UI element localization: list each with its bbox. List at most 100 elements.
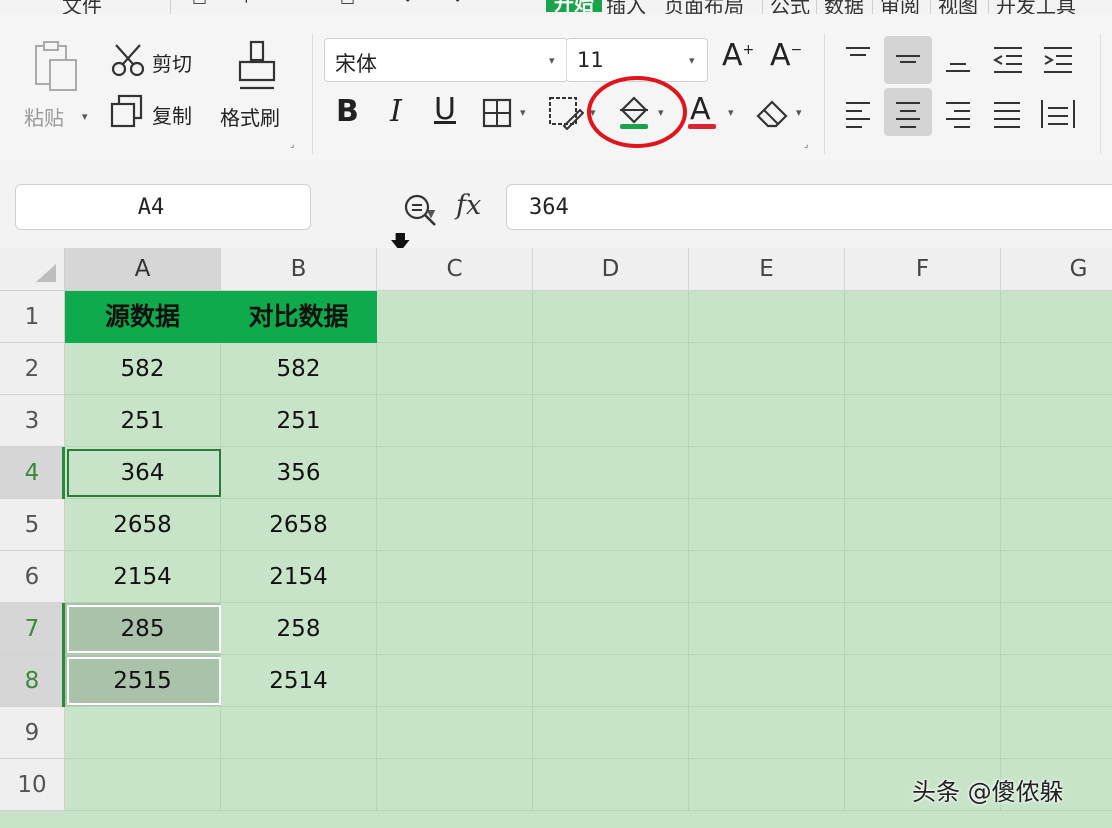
scissors-icon[interactable] bbox=[110, 42, 146, 78]
cell-g3[interactable] bbox=[1001, 395, 1112, 447]
font-launcher-icon[interactable]: ⌟ bbox=[804, 140, 808, 150]
column-header-b[interactable]: B bbox=[221, 248, 377, 291]
cell-d9[interactable] bbox=[533, 707, 689, 759]
cell-e4[interactable] bbox=[689, 447, 845, 499]
cell-c7[interactable] bbox=[377, 603, 533, 655]
cell-a3[interactable]: 251 bbox=[65, 395, 221, 447]
cell-f4[interactable] bbox=[845, 447, 1001, 499]
eraser-icon[interactable] bbox=[754, 98, 790, 128]
cell-f8[interactable] bbox=[845, 655, 1001, 707]
cell-a8[interactable]: 2515 bbox=[65, 655, 221, 707]
name-box[interactable]: A4 ▾ bbox=[15, 184, 438, 230]
tab-data[interactable]: 数据 bbox=[824, 0, 864, 14]
cell-g1[interactable] bbox=[1001, 291, 1112, 343]
cell-d2[interactable] bbox=[533, 343, 689, 395]
underline-button[interactable]: U bbox=[434, 92, 456, 127]
borders-dropdown-icon[interactable]: ▾ bbox=[520, 106, 526, 119]
decrease-indent-icon[interactable] bbox=[992, 46, 1024, 74]
align-right-icon[interactable] bbox=[944, 100, 972, 128]
save-icon[interactable]: ▭ bbox=[192, 0, 207, 9]
cell-a6[interactable]: 2154 bbox=[65, 551, 221, 603]
cell-d10[interactable] bbox=[533, 759, 689, 811]
cell-a2[interactable]: 582 bbox=[65, 343, 221, 395]
cell-b4[interactable]: 356 bbox=[221, 447, 377, 499]
fx-icon[interactable]: fx bbox=[456, 190, 481, 221]
cell-c9[interactable] bbox=[377, 707, 533, 759]
row-header-6[interactable]: 6 bbox=[0, 551, 65, 603]
cell-b10[interactable] bbox=[221, 759, 377, 811]
cell-b7[interactable]: 258 bbox=[221, 603, 377, 655]
cell-d5[interactable] bbox=[533, 499, 689, 551]
row-header-9[interactable]: 9 bbox=[0, 707, 65, 759]
column-header-c[interactable]: C bbox=[377, 248, 533, 291]
cell-a10[interactable] bbox=[65, 759, 221, 811]
paste-label[interactable]: 粘贴 bbox=[24, 102, 64, 131]
cell-d1[interactable] bbox=[533, 291, 689, 343]
row-header-10[interactable]: 10 bbox=[0, 759, 65, 811]
cell-b1[interactable]: 对比数据 bbox=[221, 291, 377, 343]
cell-c4[interactable] bbox=[377, 447, 533, 499]
tab-home[interactable]: 开始 bbox=[546, 0, 602, 14]
cell-f1[interactable] bbox=[845, 291, 1001, 343]
cell-g8[interactable] bbox=[1001, 655, 1112, 707]
row-header-2[interactable]: 2 bbox=[0, 343, 65, 395]
font-color-dropdown-icon[interactable]: ▾ bbox=[728, 106, 734, 119]
cell-f7[interactable] bbox=[845, 603, 1001, 655]
cell-e2[interactable] bbox=[689, 343, 845, 395]
bold-button[interactable]: B bbox=[336, 94, 359, 129]
cell-c3[interactable] bbox=[377, 395, 533, 447]
cell-e6[interactable] bbox=[689, 551, 845, 603]
cell-c5[interactable] bbox=[377, 499, 533, 551]
redo-icon[interactable]: ↷ bbox=[448, 0, 461, 9]
align-top-icon[interactable] bbox=[844, 46, 872, 70]
cell-a4[interactable]: 364 bbox=[65, 447, 221, 499]
column-header-e[interactable]: E bbox=[689, 248, 845, 291]
cell-f2[interactable] bbox=[845, 343, 1001, 395]
cell-d4[interactable] bbox=[533, 447, 689, 499]
cell-b2[interactable]: 582 bbox=[221, 343, 377, 395]
cell-b5[interactable]: 2658 bbox=[221, 499, 377, 551]
row-header-7[interactable]: 7 bbox=[0, 603, 65, 655]
decrease-font-icon[interactable]: A− bbox=[770, 38, 802, 73]
cell-a7[interactable]: 285 bbox=[65, 603, 221, 655]
increase-font-icon[interactable]: A+ bbox=[722, 38, 754, 73]
undo-icon[interactable]: ↶ bbox=[404, 0, 417, 9]
cell-e10[interactable] bbox=[689, 759, 845, 811]
print-icon[interactable]: ⌐ bbox=[244, 0, 257, 9]
cell-g6[interactable] bbox=[1001, 551, 1112, 603]
cell-f6[interactable] bbox=[845, 551, 1001, 603]
row-header-1[interactable]: 1 bbox=[0, 291, 65, 343]
cell-b3[interactable]: 251 bbox=[221, 395, 377, 447]
italic-button[interactable]: I bbox=[390, 94, 402, 129]
cell-d6[interactable] bbox=[533, 551, 689, 603]
cell-g9[interactable] bbox=[1001, 707, 1112, 759]
cell-e7[interactable] bbox=[689, 603, 845, 655]
tab-page-layout[interactable]: 页面布局 bbox=[664, 0, 744, 14]
cell-e3[interactable] bbox=[689, 395, 845, 447]
tab-formulas[interactable]: 公式 bbox=[770, 0, 810, 14]
cell-b6[interactable]: 2154 bbox=[221, 551, 377, 603]
cell-a5[interactable]: 2658 bbox=[65, 499, 221, 551]
cut-label[interactable]: 剪切 bbox=[152, 48, 192, 77]
cell-d7[interactable] bbox=[533, 603, 689, 655]
cell-c8[interactable] bbox=[377, 655, 533, 707]
tab-developer[interactable]: 开发工具 bbox=[996, 0, 1076, 14]
cell-c1[interactable] bbox=[377, 291, 533, 343]
cell-e9[interactable] bbox=[689, 707, 845, 759]
increase-indent-icon[interactable] bbox=[1042, 46, 1074, 74]
spreadsheet-grid[interactable]: ABCDEFG 1 2 3 4 5 6 7 8 9 10 源数据 对比数据 582 582 251 251 3… bbox=[0, 248, 1112, 828]
clipboard-launcher-icon[interactable]: ⌟ bbox=[290, 140, 294, 150]
cell-c2[interactable] bbox=[377, 343, 533, 395]
row-header-5[interactable]: 5 bbox=[0, 499, 65, 551]
select-all-corner[interactable] bbox=[0, 248, 65, 291]
format-painter-label[interactable]: 格式刷 bbox=[220, 102, 280, 131]
paste-icon[interactable] bbox=[34, 40, 80, 92]
cell-f9[interactable] bbox=[845, 707, 1001, 759]
cell-a1[interactable]: 源数据 bbox=[65, 291, 221, 343]
cell-c6[interactable] bbox=[377, 551, 533, 603]
paste-dropdown-icon[interactable]: ▾ bbox=[82, 110, 88, 123]
copy-label[interactable]: 复制 bbox=[152, 100, 192, 129]
justify-icon[interactable] bbox=[992, 100, 1022, 128]
tab-insert[interactable]: 插入 bbox=[606, 0, 646, 14]
cell-b8[interactable]: 2514 bbox=[221, 655, 377, 707]
